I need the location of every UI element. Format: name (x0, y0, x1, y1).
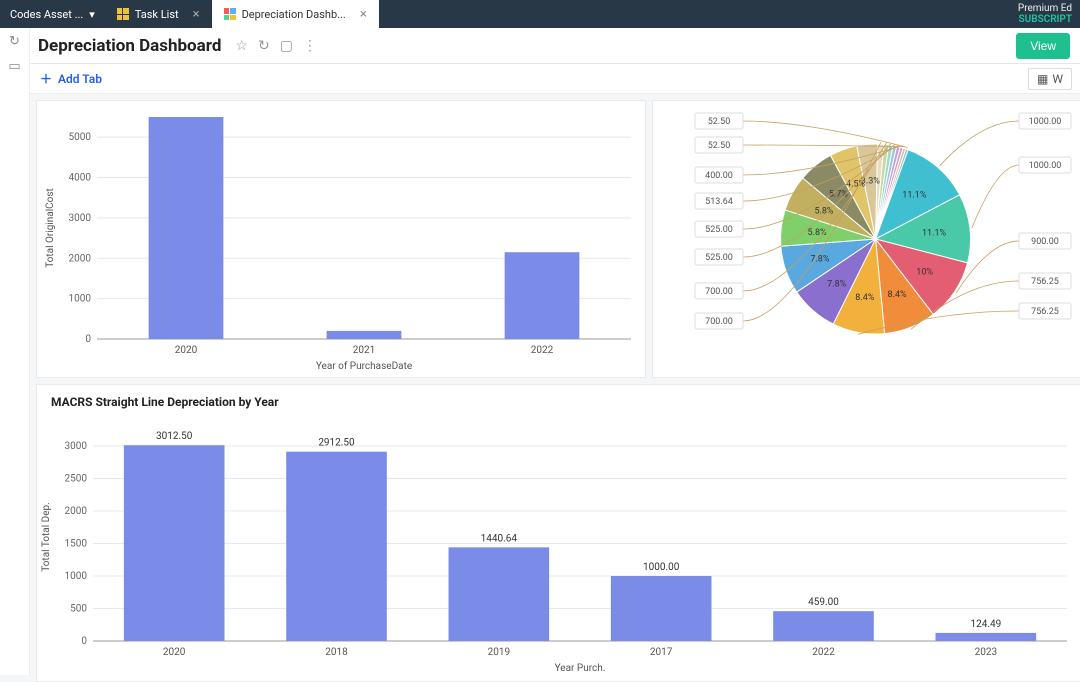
svg-text:513.64: 513.64 (705, 197, 733, 207)
tab-label: Depreciation Dashb... (242, 8, 346, 21)
card-originalcost-by-year: 0 1000 2000 3000 4000 5000 2020 2021 2022 Year of… (36, 100, 646, 378)
svg-text:Year Purch.: Year Purch. (555, 663, 606, 674)
svg-text:124.49: 124.49 (970, 619, 1001, 630)
svg-text:2023: 2023 (975, 647, 997, 658)
svg-text:3000: 3000 (69, 213, 92, 224)
sub-tab-right: ▦ W (1028, 68, 1080, 90)
subscribe-link[interactable]: SUBSCRIPT (1018, 14, 1072, 25)
svg-text:700.00: 700.00 (705, 317, 733, 327)
app-menu[interactable]: Codes Asset ... ▾ (0, 0, 105, 28)
svg-text:2021: 2021 (353, 345, 375, 356)
svg-text:8.4%: 8.4% (855, 293, 874, 303)
export-icon[interactable]: ▢ (280, 38, 293, 54)
star-icon[interactable]: ☆ (235, 38, 248, 54)
app-top-bar: Codes Asset ... ▾ Task List × Depreciati… (0, 0, 1080, 28)
top-bar-right: Premium Ed SUBSCRIPT (1018, 3, 1080, 25)
refresh-icon[interactable]: ↻ (9, 34, 20, 49)
svg-text:756.25: 756.25 (1031, 307, 1059, 317)
svg-text:700.00: 700.00 (705, 287, 733, 297)
svg-text:7.8%: 7.8% (810, 254, 829, 264)
close-icon[interactable]: × (360, 7, 367, 22)
chevron-down-icon: ▾ (89, 8, 95, 21)
svg-text:3000: 3000 (65, 441, 88, 452)
svg-text:2022: 2022 (812, 647, 835, 658)
left-gutter: ↻ ▭ (0, 28, 30, 675)
add-tab-button[interactable]: ＋ Add Tab (40, 70, 102, 87)
svg-text:1000: 1000 (69, 294, 92, 305)
svg-text:2020: 2020 (175, 345, 198, 356)
title-actions: ☆ ↻ ▢ ⋮ (235, 38, 317, 54)
title-bar: Depreciation Dashboard ☆ ↻ ▢ ⋮ View (0, 28, 1080, 64)
app-menu-label: Codes Asset ... (10, 8, 83, 21)
widget-label: W (1052, 72, 1063, 86)
pie-chart-distribution: 11.1%11.1%10%8.4%8.4%7.8%7.8%5.8%5.8%5.7… (653, 101, 1080, 377)
svg-text:Total Total Dep.: Total Total Dep. (41, 502, 52, 572)
dashboard-icon (224, 8, 236, 20)
folder-icon[interactable]: ▭ (8, 59, 20, 74)
kebab-icon[interactable]: ⋮ (303, 38, 317, 54)
svg-text:11.1%: 11.1% (902, 191, 927, 201)
svg-text:1000.00: 1000.00 (1029, 161, 1062, 171)
svg-text:2022: 2022 (531, 345, 554, 356)
svg-text:525.00: 525.00 (705, 225, 733, 235)
page-title: Depreciation Dashboard (38, 36, 221, 56)
tab-task-list[interactable]: Task List × (105, 0, 212, 28)
svg-text:2000: 2000 (69, 253, 92, 264)
svg-text:52.50: 52.50 (708, 117, 731, 127)
svg-text:5000: 5000 (69, 132, 92, 143)
svg-text:4000: 4000 (69, 173, 92, 184)
svg-text:Total OriginalCost: Total OriginalCost (45, 188, 56, 268)
bar-chart-macrs: 0 500 1000 1500 2000 2500 3000 2020 3012.50 2018 2… (37, 407, 1077, 675)
svg-text:2019: 2019 (488, 647, 510, 658)
svg-text:2017: 2017 (650, 647, 673, 658)
svg-text:525.00: 525.00 (705, 253, 733, 263)
svg-text:400.00: 400.00 (705, 171, 733, 181)
svg-text:2000: 2000 (65, 506, 88, 517)
svg-text:8.4%: 8.4% (888, 290, 907, 300)
card-pie-distribution: 11.1%11.1%10%8.4%8.4%7.8%7.8%5.8%5.8%5.7… (652, 100, 1080, 378)
grid-icon (117, 8, 129, 20)
svg-text:1500: 1500 (65, 539, 88, 550)
svg-text:10%: 10% (916, 268, 933, 278)
svg-text:0: 0 (81, 636, 87, 647)
sub-tab-bar: ＋ Add Tab ▦ W (0, 64, 1080, 94)
svg-text:756.25: 756.25 (1031, 277, 1059, 287)
svg-text:2500: 2500 (65, 474, 88, 485)
svg-text:1000.00: 1000.00 (643, 562, 680, 573)
widget-button[interactable]: ▦ W (1028, 68, 1072, 90)
svg-text:3012.50: 3012.50 (156, 431, 193, 442)
add-tab-label: Add Tab (58, 72, 102, 86)
view-button[interactable]: View (1016, 33, 1070, 59)
svg-text:2018: 2018 (325, 647, 348, 658)
svg-text:900.00: 900.00 (1031, 237, 1059, 247)
tab-depreciation-dashboard[interactable]: Depreciation Dashb... × (212, 0, 379, 28)
edition-label: Premium Ed (1018, 3, 1072, 14)
bar-chart-originalcost: 0 1000 2000 3000 4000 5000 2020 2021 2022 Year of… (41, 105, 641, 373)
widget-icon: ▦ (1037, 72, 1048, 86)
close-icon[interactable]: × (193, 7, 200, 22)
top-bar-left: Codes Asset ... ▾ Task List × Depreciati… (0, 0, 379, 28)
reload-icon[interactable]: ↻ (258, 38, 270, 54)
dashboard-content: 010002000300040005000202020212022Year of… (30, 94, 1080, 675)
svg-text:1440.64: 1440.64 (481, 533, 518, 544)
plus-icon: ＋ (40, 70, 52, 87)
card-macrs-depreciation: MACRS Straight Line Depreciation by Year… (36, 384, 1080, 682)
svg-text:2020: 2020 (163, 647, 186, 658)
svg-text:3.3%: 3.3% (861, 176, 880, 186)
svg-text:7.8%: 7.8% (827, 279, 846, 289)
svg-text:11.1%: 11.1% (922, 228, 947, 238)
svg-text:1000: 1000 (65, 571, 88, 582)
svg-text:2912.50: 2912.50 (318, 438, 355, 449)
svg-text:52.50: 52.50 (708, 141, 731, 151)
svg-text:0: 0 (85, 334, 91, 345)
svg-text:1000.00: 1000.00 (1029, 117, 1062, 127)
tab-label: Task List (135, 8, 179, 21)
svg-text:459.00: 459.00 (808, 597, 839, 608)
svg-text:500: 500 (70, 604, 87, 615)
svg-text:Year of PurchaseDate: Year of PurchaseDate (316, 360, 412, 372)
chart-title: MACRS Straight Line Depreciation by Year (51, 395, 279, 409)
